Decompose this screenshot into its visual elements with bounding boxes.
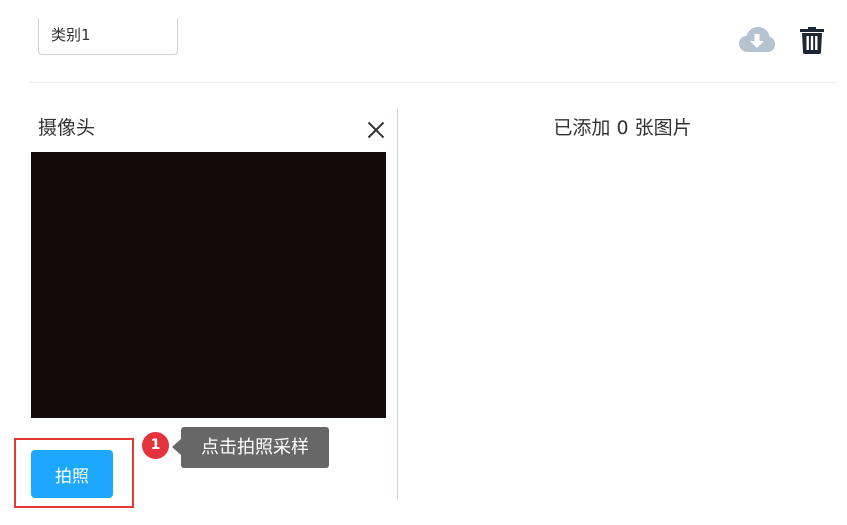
webcam-title: 摄像头: [38, 117, 96, 139]
close-icon[interactable]: [366, 120, 386, 140]
guide-tooltip: 点击拍照采样: [172, 427, 329, 468]
capture-photo-button[interactable]: 拍照: [31, 450, 113, 498]
tooltip-arrow: [172, 439, 181, 455]
webcam-video-preview: [31, 152, 386, 418]
trash-icon[interactable]: [800, 27, 824, 54]
panel-divider: [397, 109, 398, 499]
header-divider: [30, 82, 837, 83]
image-count-text: 已添加 0 张图片: [553, 117, 692, 139]
class-name-input[interactable]: 类别1: [38, 18, 178, 55]
cloud-download-icon[interactable]: [739, 26, 775, 54]
page: 类别1 摄像头 已添加 0 张图片 拍照 1 点击拍照采样: [0, 0, 847, 525]
guide-tooltip-text: 点击拍照采样: [201, 437, 309, 458]
guide-step-badge: 1: [142, 432, 169, 459]
